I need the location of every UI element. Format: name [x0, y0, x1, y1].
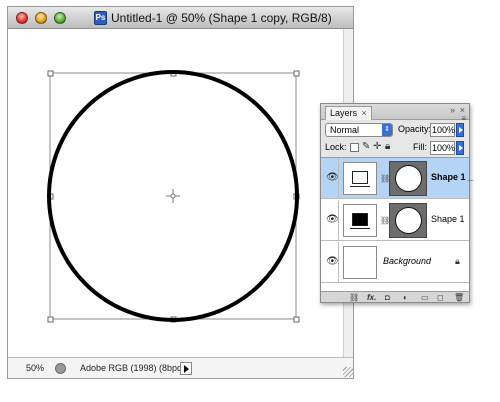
- dropdown-arrows-icon: ⇕: [382, 124, 392, 136]
- vector-thumbnail-icon: [352, 171, 368, 184]
- title-bar[interactable]: Ps Untitled-1 @ 50% (Shape 1 copy, RGB/8…: [8, 7, 353, 29]
- transform-handle-top-left: [47, 70, 54, 77]
- panel-header[interactable]: Layers × » × ≡: [321, 104, 469, 123]
- vector-mask-thumbnail: [389, 161, 427, 196]
- panel-menu-icon[interactable]: ≡: [461, 114, 466, 123]
- tab-close-icon[interactable]: ×: [362, 108, 367, 118]
- lock-position-icon[interactable]: ✛: [373, 141, 381, 152]
- thumbnail-base-line: [350, 228, 370, 229]
- layer-name: Shape 1 _: [431, 172, 474, 182]
- mask-circle: [395, 165, 422, 192]
- layer-thumbnail: [343, 204, 377, 237]
- resize-grip-icon[interactable]: [343, 367, 353, 377]
- opacity-label: Opacity:: [398, 124, 432, 134]
- mask-circle: [395, 207, 422, 234]
- window-title: Untitled-1 @ 50% (Shape 1 copy, RGB/8): [111, 11, 332, 25]
- layer-name: Shape 1: [431, 214, 465, 224]
- transform-handle-bottom-right: [293, 316, 300, 323]
- thumbnail-base-line: [350, 186, 370, 187]
- canvas-artwork: [47, 70, 300, 323]
- eye-icon[interactable]: 👁︎: [326, 214, 339, 225]
- status-indicator-icon[interactable]: [55, 363, 66, 374]
- photoshop-document-icon: Ps: [94, 11, 107, 25]
- transform-handle-bottom-left: [47, 316, 54, 323]
- layers-list: 👁︎ ⛓︎ Shape 1 _ 👁︎ ⛓︎ Shape 1 👁︎ Backgro…: [321, 157, 473, 291]
- tab-layers[interactable]: Layers ×: [325, 106, 372, 120]
- opacity-slider-arrow-icon[interactable]: [456, 123, 464, 137]
- panel-footer: ⛓︎ fx. ◘ ◐ ▭ ◻ 🗑︎: [321, 291, 469, 302]
- transform-handle-top-right: [293, 70, 300, 77]
- layer-row-shape-1-copy[interactable]: 👁︎ ⛓︎ Shape 1 _: [321, 158, 473, 199]
- lock-image-pixels-icon[interactable]: ✎: [362, 141, 370, 152]
- adjustment-layer-icon[interactable]: ◐: [403, 292, 408, 303]
- lock-transparent-pixels-icon[interactable]: [350, 143, 359, 152]
- add-mask-icon[interactable]: ◘: [385, 292, 390, 303]
- status-menu-arrow-icon[interactable]: [180, 362, 192, 375]
- layer-row-shape-1[interactable]: 👁︎ ⛓︎ Shape 1: [321, 200, 469, 241]
- document-window: Ps Untitled-1 @ 50% (Shape 1 copy, RGB/8…: [7, 6, 354, 379]
- fill-label: Fill:: [413, 142, 427, 152]
- close-window-button[interactable]: [16, 12, 28, 24]
- fill-slider-arrow-icon[interactable]: [456, 141, 464, 155]
- vector-mask-thumbnail: [389, 203, 427, 238]
- blend-mode-select[interactable]: Normal ⇕: [325, 123, 393, 137]
- lock-row: Lock: ✎ ✛ 🔒︎ Fill: 100%: [325, 141, 465, 155]
- trash-icon[interactable]: 🗑︎: [454, 292, 464, 303]
- zoom-level[interactable]: 50%: [26, 363, 44, 373]
- tab-layers-label: Layers: [330, 108, 358, 118]
- collapse-panel-icon[interactable]: »: [450, 105, 455, 115]
- new-group-icon[interactable]: ▭: [421, 292, 429, 303]
- eye-icon[interactable]: 👁︎: [326, 172, 339, 183]
- layer-thumbnail: [343, 246, 377, 279]
- blend-mode-value: Normal: [330, 125, 360, 135]
- layer-thumbnail: [343, 162, 377, 195]
- link-layers-icon[interactable]: ⛓︎: [349, 292, 359, 303]
- layers-panel: Layers × » × ≡ Normal ⇕ Opacity: 100% Lo…: [320, 103, 473, 303]
- blend-row: Normal ⇕ Opacity: 100%: [325, 123, 465, 137]
- eye-icon[interactable]: 👁︎: [326, 256, 339, 267]
- status-bar: 50% Adobe RGB (1998) (8bpc): [8, 357, 353, 378]
- minimize-window-button[interactable]: [35, 12, 47, 24]
- fill-field[interactable]: 100%: [430, 141, 455, 155]
- reference-point-icon: [166, 189, 180, 203]
- lock-icon: 🔒︎: [455, 256, 460, 266]
- layer-name: Background: [383, 256, 432, 266]
- opacity-field[interactable]: 100%: [430, 123, 455, 137]
- new-layer-icon[interactable]: ◻: [437, 292, 444, 303]
- fx-icon[interactable]: fx.: [367, 292, 376, 303]
- lock-all-icon[interactable]: 🔒︎: [385, 141, 390, 152]
- zoom-window-button[interactable]: [54, 12, 66, 24]
- vector-thumbnail-icon: [352, 213, 368, 226]
- lock-label: Lock:: [325, 142, 347, 152]
- color-profile-info: Adobe RGB (1998) (8bpc): [80, 363, 185, 373]
- canvas[interactable]: [8, 29, 343, 357]
- layer-row-background[interactable]: 👁︎ Background 🔒︎: [321, 242, 469, 283]
